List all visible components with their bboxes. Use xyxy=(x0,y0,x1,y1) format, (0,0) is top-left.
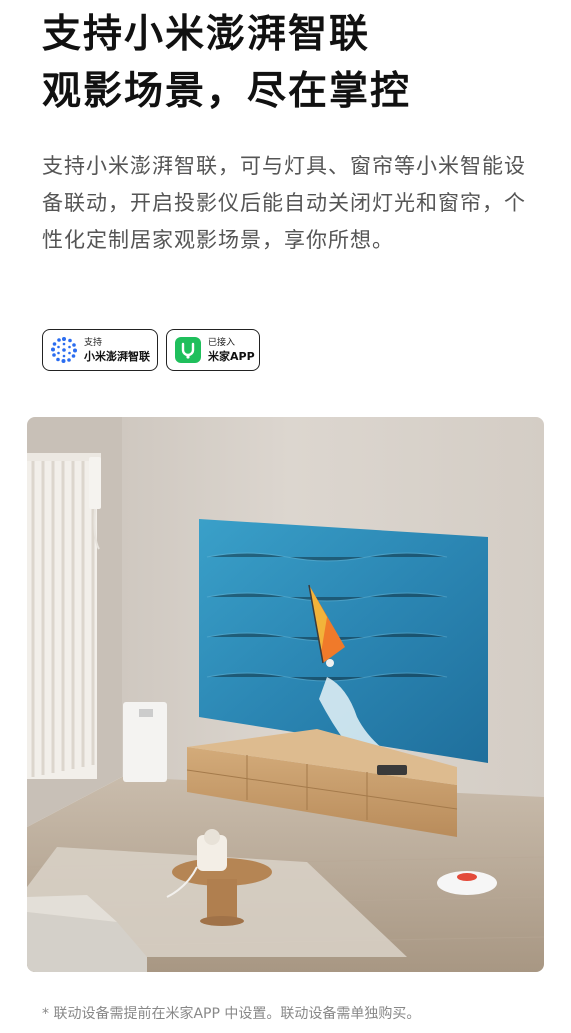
headline: 支持小米澎湃智联 观影场景，尽在掌控 xyxy=(42,6,542,120)
badge-main-text: 米家APP xyxy=(208,350,255,363)
badge-small-text: 支持 xyxy=(84,338,103,348)
hyperos-connect-badge: 支持 小米澎湃智联 xyxy=(42,329,158,371)
badge-main-text: 小米澎湃智联 xyxy=(84,350,150,363)
badge-small-text: 已接入 xyxy=(208,338,236,348)
footnote-disclaimer: * 联动设备需提前在米家APP 中设置。联动设备需单独购买。 xyxy=(42,1006,421,1022)
mijia-app-icon xyxy=(174,336,202,364)
headline-line-1: 支持小米澎湃智联 xyxy=(42,12,371,57)
feature-description: 支持小米澎湃智联，可与灯具、窗帘等小米智能设备联动，开启投影仪后能自动关闭灯光和… xyxy=(42,154,526,252)
living-room-scene-image xyxy=(27,417,544,972)
headline-line-2: 观影场景，尽在掌控 xyxy=(42,69,412,114)
mijia-app-badge: 已接入 米家APP xyxy=(166,329,260,371)
hyperos-connect-icon xyxy=(50,336,78,364)
badge-row: 支持 小米澎湃智联 已接入 米家APP xyxy=(42,329,260,371)
